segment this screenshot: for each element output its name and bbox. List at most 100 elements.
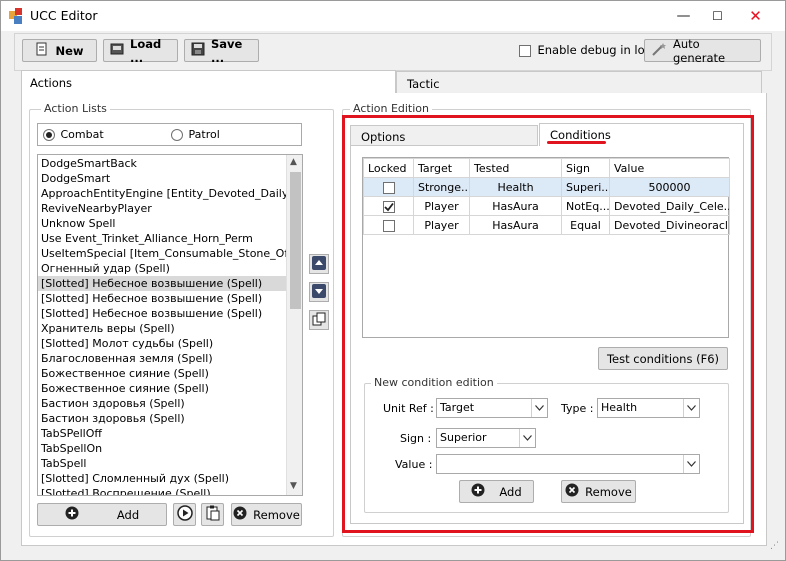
list-item[interactable]: [Slotted] Небесное возвышение (Spell)	[38, 291, 286, 306]
value-select[interactable]	[436, 454, 700, 474]
locked-cell[interactable]	[363, 196, 414, 216]
locked-cell[interactable]	[363, 215, 414, 235]
debug-checkbox[interactable]: Enable debug in logs	[519, 43, 658, 57]
target-cell[interactable]: Stronge...	[413, 177, 470, 197]
list-item[interactable]: DodgeSmartBack	[38, 156, 286, 171]
target-cell[interactable]: Player	[413, 196, 470, 216]
duplicate-button[interactable]	[309, 310, 329, 330]
sign-cell[interactable]: Equal	[561, 215, 610, 235]
play-button[interactable]	[173, 503, 196, 526]
table-row[interactable]: Stronge... Health Superi... 500000	[363, 177, 730, 197]
column-header[interactable]: Sign	[561, 158, 610, 178]
list-item[interactable]: [Slotted] Небесное возвышение (Spell)	[38, 276, 286, 291]
scroll-thumb[interactable]	[290, 172, 301, 309]
patrol-radio-dot[interactable]	[171, 129, 183, 141]
list-item[interactable]: DodgeSmart	[38, 171, 286, 186]
list-item[interactable]: Use Event_Trinket_Alliance_Horn_Perm	[38, 231, 286, 246]
tab-tactic[interactable]: Tactic	[396, 71, 762, 94]
table-row[interactable]: Player HasAura Equal Devoted_Divineoracl...	[363, 215, 730, 235]
debug-checkbox-box[interactable]	[519, 45, 531, 57]
locked-checkbox[interactable]	[382, 200, 395, 213]
tested-cell[interactable]: HasAura	[469, 215, 562, 235]
list-item[interactable]: Бастион здоровья (Spell)	[38, 411, 286, 426]
column-header[interactable]: Locked	[363, 158, 414, 178]
condition-remove-label: Remove	[585, 484, 632, 499]
action-list[interactable]: DodgeSmartBack DodgeSmart ApproachEntityEn…	[37, 154, 303, 496]
value-cell[interactable]: Devoted_Daily_Cele...	[609, 196, 730, 216]
new-button[interactable]: New	[22, 39, 97, 62]
scroll-down-icon[interactable]: ▼	[290, 481, 297, 491]
value-cell[interactable]: 500000	[609, 177, 730, 197]
action-add-button[interactable]: Add	[37, 503, 167, 526]
combat-radio-dot[interactable]	[43, 129, 55, 141]
table-row[interactable]: Player HasAura NotEq... Devoted_Daily_Cele.…	[363, 196, 730, 216]
move-down-button[interactable]	[309, 282, 329, 302]
list-item[interactable]: Огненный удар (Spell)	[38, 261, 286, 276]
list-item[interactable]: Божественное сияние (Spell)	[38, 366, 286, 381]
remove-icon	[233, 506, 247, 523]
list-item[interactable]: ReviveNearbyPlayer	[38, 201, 286, 216]
save-button-label: Save ...	[211, 36, 243, 65]
sign-cell[interactable]: NotEq...	[561, 196, 610, 216]
list-item[interactable]: [Slotted] Сломленный дух (Spell)	[38, 471, 286, 486]
save-button[interactable]: Save ...	[184, 36, 259, 65]
scroll-up-icon[interactable]: ▲	[290, 157, 297, 167]
conditions-table: Locked Target Tested Sign Value Stronge... He…	[363, 158, 730, 235]
condition-add-label: Add	[499, 484, 522, 499]
list-item[interactable]: TabSPellOff	[38, 426, 286, 441]
unit-ref-label: Unit Ref :	[383, 402, 434, 415]
list-item[interactable]: [Slotted] Воспрещение (Spell)	[38, 486, 286, 495]
list-item[interactable]: [Slotted] Молот судьбы (Spell)	[38, 336, 286, 351]
action-list-scrollbar[interactable]: ▲ ▼	[286, 155, 302, 495]
list-item[interactable]: TabSpellOn	[38, 441, 286, 456]
locked-checkbox[interactable]	[382, 181, 395, 194]
save-icon	[191, 42, 205, 59]
patrol-radio[interactable]: Patrol	[171, 128, 220, 141]
active-tab-underline	[547, 141, 606, 144]
new-condition-title: New condition edition	[371, 376, 497, 389]
conditions-grid[interactable]: Locked Target Tested Sign Value Stronge... He…	[362, 157, 730, 338]
list-item[interactable]: Божественное сияние (Spell)	[38, 381, 286, 396]
target-cell[interactable]: Player	[413, 215, 470, 235]
action-add-label: Add	[116, 507, 140, 522]
move-up-button[interactable]	[309, 254, 329, 274]
list-item[interactable]: [Slotted] Небесное возвышение (Spell)	[38, 306, 286, 321]
clipboard-icon	[206, 505, 220, 524]
column-header[interactable]: Target	[413, 158, 470, 178]
action-remove-button[interactable]: Remove	[231, 503, 302, 526]
sign-select[interactable]: Superior	[436, 428, 536, 448]
magic-wand-icon	[651, 42, 667, 59]
resize-grip-icon[interactable]: ⋰	[770, 542, 779, 551]
column-header[interactable]: Tested	[469, 158, 562, 178]
list-item[interactable]: Бастион здоровья (Spell)	[38, 396, 286, 411]
value-cell[interactable]: Devoted_Divineoracl...	[609, 215, 730, 235]
tab-actions[interactable]: Actions	[21, 70, 396, 94]
list-item[interactable]: Хранитель веры (Spell)	[38, 321, 286, 336]
load-button[interactable]: Load ...	[103, 37, 178, 65]
close-button[interactable]: ✕	[741, 1, 770, 31]
condition-remove-button[interactable]: Remove	[561, 480, 636, 503]
locked-cell[interactable]	[363, 177, 414, 197]
tested-cell[interactable]: HasAura	[469, 196, 562, 216]
type-select[interactable]: Health	[597, 398, 700, 418]
auto-generate-button[interactable]: Auto generate	[644, 37, 761, 65]
action-edition-title: Action Edition	[350, 102, 433, 115]
locked-checkbox[interactable]	[382, 219, 395, 232]
combat-radio[interactable]: Combat	[43, 128, 104, 141]
maximize-button[interactable]: ☐	[703, 1, 732, 31]
list-item[interactable]: UseItemSpecial [Item_Consumable_Stone_Of…	[38, 246, 286, 261]
tab-options[interactable]: Options	[350, 125, 538, 146]
list-item[interactable]: Unknow Spell	[38, 216, 286, 231]
paste-button[interactable]	[201, 503, 224, 526]
tested-cell[interactable]: Health	[469, 177, 562, 197]
condition-add-button[interactable]: Add	[459, 480, 534, 503]
test-conditions-button[interactable]: Test conditions (F6)	[598, 347, 728, 370]
column-header[interactable]: Value	[609, 158, 730, 178]
minimize-button[interactable]: —	[669, 1, 698, 31]
type-label: Type :	[561, 402, 594, 415]
list-item[interactable]: ApproachEntityEngine [Entity_Devoted_Dai…	[38, 186, 286, 201]
list-item[interactable]: TabSpell	[38, 456, 286, 471]
sign-cell[interactable]: Superi...	[561, 177, 610, 197]
list-item[interactable]: Благословенная земля (Spell)	[38, 351, 286, 366]
unit-ref-select[interactable]: Target	[436, 398, 548, 418]
